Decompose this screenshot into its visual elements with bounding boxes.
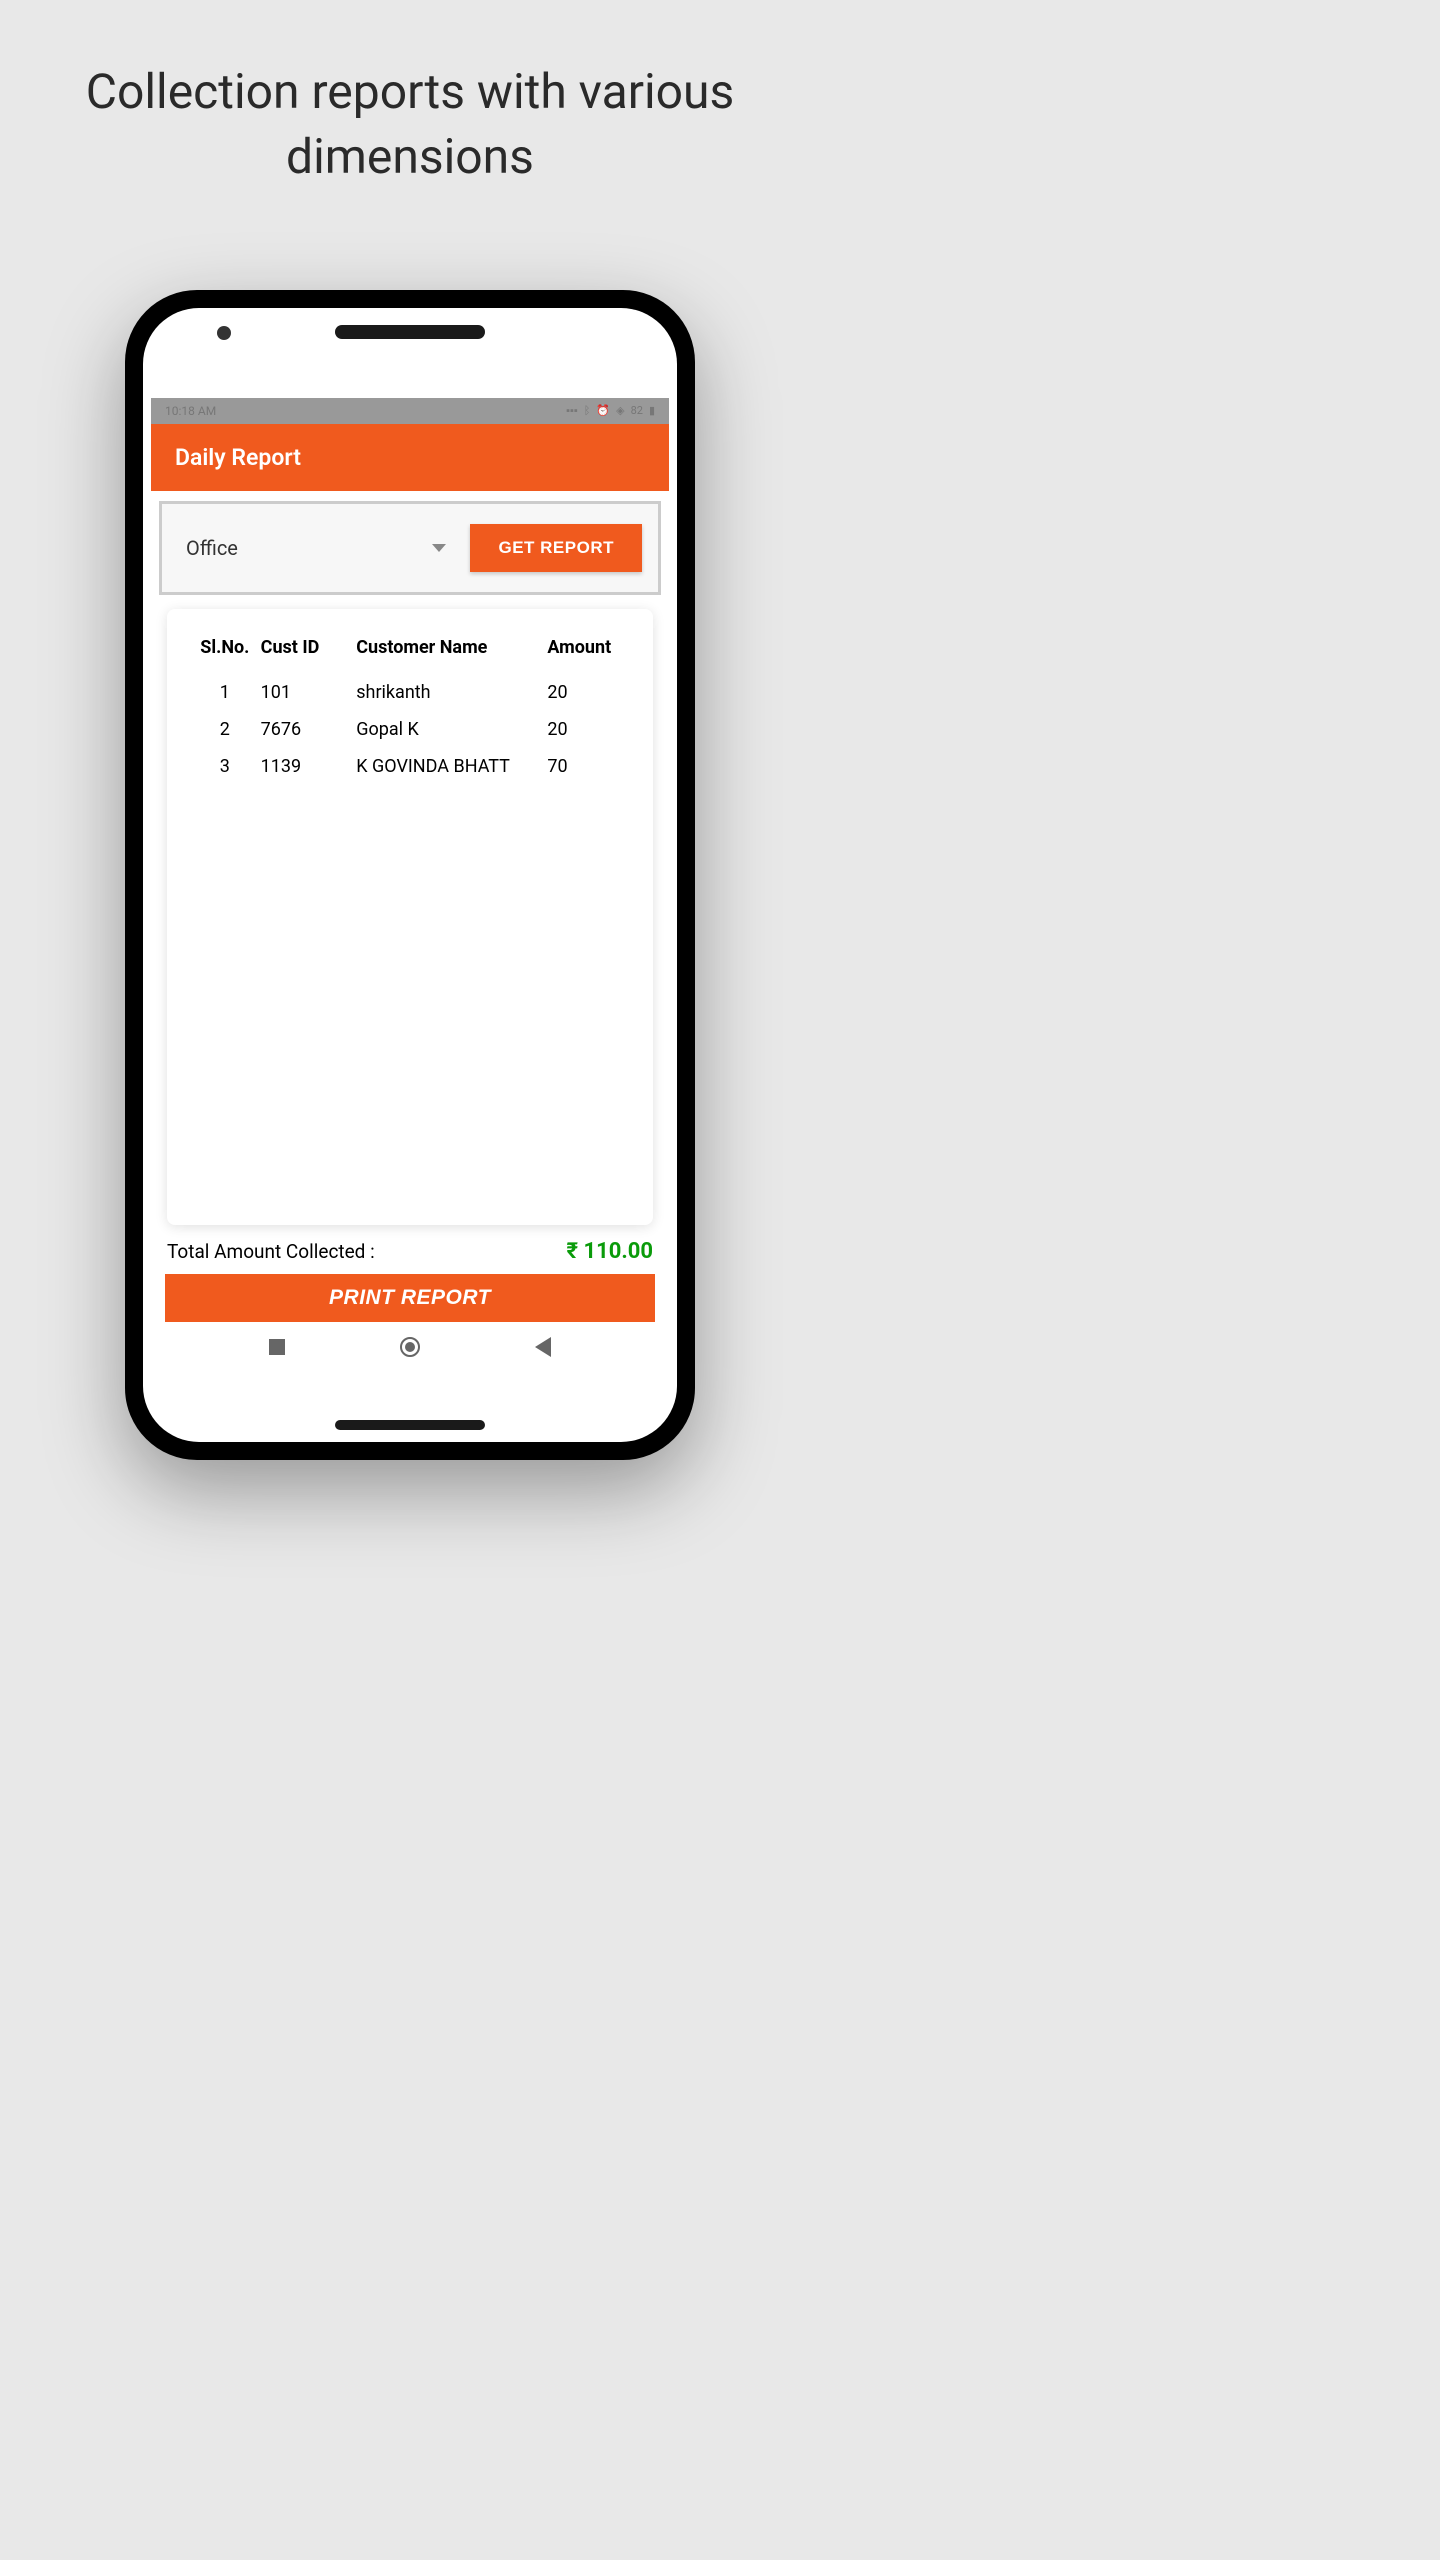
total-row: Total Amount Collected : ₹ 110.00 <box>159 1225 661 1274</box>
table-row: 1 101 shrikanth 20 <box>189 674 631 711</box>
android-nav-bar <box>151 1322 669 1372</box>
cell-sl: 2 <box>189 711 261 748</box>
filter-card: Office GET REPORT <box>159 501 661 595</box>
alarm-icon: ⏰ <box>596 404 610 417</box>
print-report-button[interactable]: PRINT REPORT <box>165 1274 655 1322</box>
table-header-row: Sl.No. Cust ID Customer Name Amount <box>189 637 631 674</box>
total-amount: ₹ 110.00 <box>566 1239 653 1264</box>
phone-frame: 10:18 AM ▪▪▪ ᛒ ⏰ ◈ 82 ▮ Daily Report <box>125 290 695 1460</box>
dropdown-value: Office <box>186 536 238 560</box>
phone-speaker-bottom <box>335 1420 485 1430</box>
report-table: Sl.No. Cust ID Customer Name Amount 1 10… <box>189 637 631 785</box>
chevron-down-icon <box>432 544 446 552</box>
cell-sl: 3 <box>189 748 261 785</box>
content-area: Office GET REPORT Sl.No. Cust ID Custome… <box>151 491 669 1322</box>
table-row: 2 7676 Gopal K 20 <box>189 711 631 748</box>
wifi-icon: ◈ <box>616 404 624 417</box>
app-screen: 10:18 AM ▪▪▪ ᛒ ⏰ ◈ 82 ▮ Daily Report <box>151 398 669 1372</box>
battery-text: 82 <box>631 404 643 417</box>
header-cust-id: Cust ID <box>261 637 357 674</box>
get-report-button[interactable]: GET REPORT <box>470 524 642 572</box>
status-icons: ▪▪▪ ᛒ ⏰ ◈ 82 ▮ <box>566 404 655 417</box>
bluetooth-icon: ᛒ <box>584 404 591 417</box>
battery-icon: ▮ <box>649 404 655 417</box>
marketing-headline: Collection reports with various dimensio… <box>0 60 820 190</box>
back-button[interactable] <box>535 1337 551 1357</box>
header-name: Customer Name <box>356 637 547 674</box>
report-table-card: Sl.No. Cust ID Customer Name Amount 1 10… <box>167 609 653 1225</box>
cell-cust-id: 1139 <box>261 748 357 785</box>
table-row: 3 1139 K GOVINDA BHATT 70 <box>189 748 631 785</box>
location-dropdown[interactable]: Office <box>178 530 454 566</box>
app-bar: Daily Report <box>151 424 669 491</box>
recent-apps-button[interactable] <box>269 1339 285 1355</box>
phone-inner: 10:18 AM ▪▪▪ ᛒ ⏰ ◈ 82 ▮ Daily Report <box>143 308 677 1442</box>
phone-camera <box>217 326 231 340</box>
cell-amount: 20 <box>547 711 631 748</box>
cell-sl: 1 <box>189 674 261 711</box>
home-button[interactable] <box>400 1337 420 1357</box>
phone-speaker-top <box>335 325 485 339</box>
app-title: Daily Report <box>175 444 301 471</box>
header-amount: Amount <box>547 637 631 674</box>
header-sl: Sl.No. <box>189 637 261 674</box>
cell-name: K GOVINDA BHATT <box>356 748 547 785</box>
status-time: 10:18 AM <box>165 404 216 418</box>
cell-amount: 20 <box>547 674 631 711</box>
cell-name: shrikanth <box>356 674 547 711</box>
status-bar: 10:18 AM ▪▪▪ ᛒ ⏰ ◈ 82 ▮ <box>151 398 669 424</box>
cell-cust-id: 101 <box>261 674 357 711</box>
total-label: Total Amount Collected : <box>167 1240 375 1263</box>
cell-amount: 70 <box>547 748 631 785</box>
signal-icon: ▪▪▪ <box>566 404 578 417</box>
cell-name: Gopal K <box>356 711 547 748</box>
cell-cust-id: 7676 <box>261 711 357 748</box>
